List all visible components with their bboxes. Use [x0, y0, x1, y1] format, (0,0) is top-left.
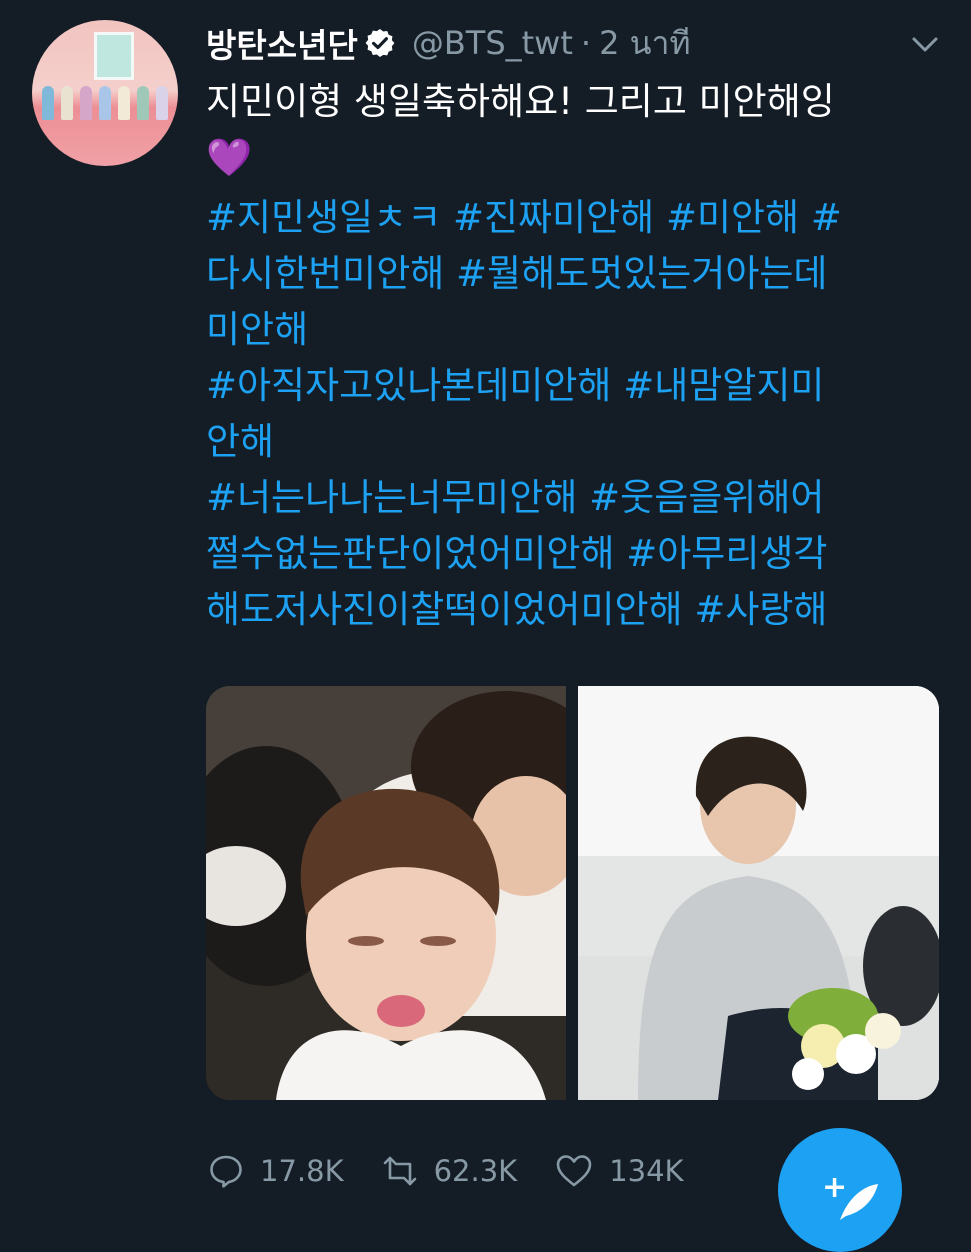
purple-heart-emoji: 💜 [206, 136, 253, 179]
avatar-door-graphic [94, 32, 134, 80]
hashtag-line[interactable]: 쩔수없는판단이었어미안해 #아무리생각 [206, 526, 924, 582]
heart-icon [556, 1155, 592, 1187]
photo-sitting[interactable] [578, 686, 939, 1100]
reply-icon [210, 1155, 242, 1188]
hashtag-line[interactable]: #아직자고있나본데미안해 #내맘알지미 [206, 358, 924, 414]
like-count: 134K [609, 1154, 684, 1188]
hashtag-line[interactable]: 안해 [206, 414, 924, 470]
tweet-header: 방탄소년단 @BTS_twt · 2 นาที [206, 16, 691, 70]
hashtag-line[interactable]: 다시한번미안해 #뭘해도멋있는거아는데 [206, 246, 924, 302]
retweet-icon [383, 1156, 416, 1186]
tweet-text: 지민이형 생일축하해요! 그리고 미안해잉 💜 [206, 74, 936, 186]
avatar-group-photo [38, 86, 172, 122]
tweet-body: 지민이형 생일축하해요! 그리고 미안해잉 [206, 80, 835, 123]
verified-badge-icon [365, 29, 395, 57]
photo-sitting-illustration [578, 686, 939, 1100]
like-button[interactable]: 134K [555, 1153, 684, 1189]
chevron-down-icon[interactable] [911, 36, 939, 54]
retweet-button[interactable]: 62.3K [382, 1153, 518, 1189]
hashtag-line[interactable]: 해도저사진이찰떡이었어미안해 #사랑해 [206, 582, 924, 638]
hashtag-line[interactable]: 미안해 [206, 302, 924, 358]
user-handle[interactable]: @BTS_twt [412, 24, 573, 62]
tweet-actions: 17.8K 62.3K 134K [208, 1146, 722, 1196]
photo-selfie-illustration [206, 686, 566, 1100]
compose-tweet-button[interactable]: + [778, 1128, 902, 1252]
reply-count: 17.8K [260, 1154, 344, 1188]
tweet-timestamp[interactable]: 2 นาที [599, 18, 690, 69]
hashtag-line[interactable]: #지민생일ㅊㅋ #진짜미안해 #미안해 # [206, 190, 924, 246]
photo-selfie[interactable] [206, 686, 566, 1100]
avatar[interactable] [32, 20, 178, 166]
hashtag-block: #지민생일ㅊㅋ #진짜미안해 #미안해 # 다시한번미안해 #뭘해도멋있는거아는… [206, 190, 924, 638]
reply-button[interactable]: 17.8K [208, 1153, 344, 1189]
retweet-count: 62.3K [433, 1154, 518, 1188]
meta-separator: · [580, 24, 592, 62]
display-name[interactable]: 방탄소년단 [206, 19, 358, 67]
compose-tweet-icon [840, 1184, 878, 1220]
media-grid [206, 686, 939, 1100]
hashtag-line[interactable]: #너는나나는너무미안해 #웃음을위해어 [206, 470, 924, 526]
